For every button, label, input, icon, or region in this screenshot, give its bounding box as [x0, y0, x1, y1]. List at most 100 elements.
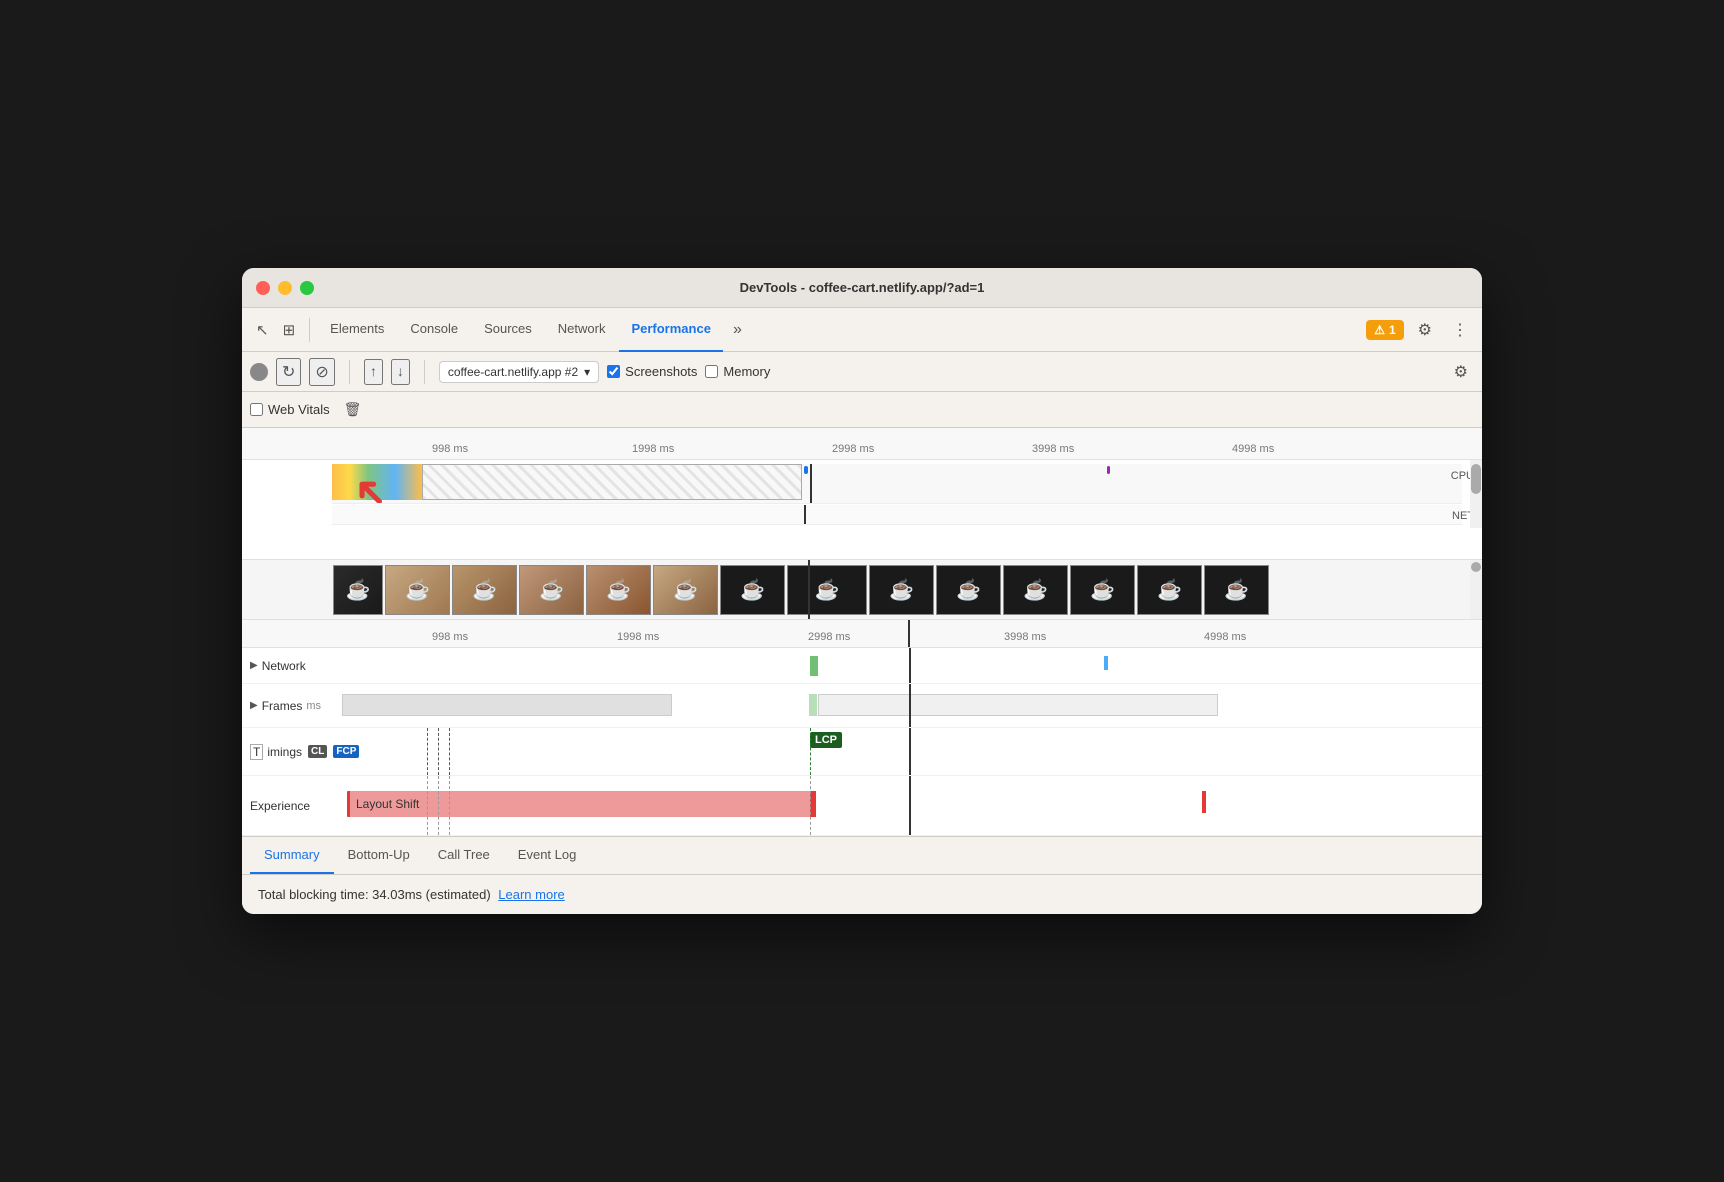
- detail-tick-3998: 3998 ms: [1004, 631, 1046, 643]
- experience-track: Experience Layout Shift: [242, 776, 1482, 836]
- memory-checkbox[interactable]: [705, 365, 718, 378]
- timeline-area: 998 ms 1998 ms 2998 ms 3998 ms 4998 ms ➜: [242, 428, 1482, 836]
- experience-label: Experience: [250, 799, 310, 813]
- screenshot-thumb[interactable]: [385, 565, 450, 615]
- screenshots-label: Screenshots: [625, 364, 697, 379]
- timings-label-text: imings: [267, 745, 302, 759]
- network-track: ▶ Network: [242, 648, 1482, 684]
- status-bar: Total blocking time: 34.03ms (estimated)…: [242, 875, 1482, 914]
- record-toolbar: ↻ ⊘ ↑ ↓ coffee-cart.netlify.app #2 ▾ Scr…: [242, 352, 1482, 392]
- bottom-tabs: Summary Bottom-Up Call Tree Event Log: [242, 836, 1482, 875]
- screenshot-thumb[interactable]: [787, 565, 867, 615]
- overview-ruler: 998 ms 1998 ms 2998 ms 3998 ms 4998 ms: [242, 428, 1482, 460]
- more-options-button[interactable]: ⋮: [1446, 316, 1474, 344]
- web-vitals-checkbox[interactable]: [250, 403, 263, 416]
- tab-event-log[interactable]: Event Log: [504, 837, 591, 874]
- lcp-badge: LCP: [810, 732, 842, 748]
- titlebar: DevTools - coffee-cart.netlify.app/?ad=1: [242, 268, 1482, 308]
- toolbar-right: ⚠ 1 ⚙ ⋮: [1366, 316, 1474, 344]
- tab-network[interactable]: Network: [546, 308, 618, 352]
- web-vitals-toolbar: Web Vitals 🗑: [242, 392, 1482, 428]
- screenshot-thumb[interactable]: [869, 565, 934, 615]
- screenshot-thumb[interactable]: [333, 565, 383, 615]
- stop-icon: ⊘: [315, 364, 328, 381]
- frames-expand-icon[interactable]: ▶: [250, 700, 258, 711]
- web-vitals-label: Web Vitals: [268, 402, 330, 417]
- close-button[interactable]: [256, 281, 270, 295]
- gear-icon: ⚙: [1418, 322, 1432, 339]
- tab-performance[interactable]: Performance: [619, 308, 722, 352]
- tick-2998-top: 2998 ms: [832, 443, 874, 455]
- screenshot-thumb[interactable]: [452, 565, 517, 615]
- screenshot-thumb[interactable]: [519, 565, 584, 615]
- download-icon: ↓: [397, 363, 404, 379]
- pointer-tool-button[interactable]: ↖: [250, 317, 275, 343]
- tab-call-tree[interactable]: Call Tree: [424, 837, 504, 874]
- screenshots-checkbox[interactable]: [607, 365, 620, 378]
- upload-icon: ↑: [370, 363, 377, 379]
- main-toolbar: ↖ ⊞ Elements Console Sources Network Per…: [242, 308, 1482, 352]
- screenshots-checkbox-label[interactable]: Screenshots: [607, 364, 697, 379]
- screenshot-thumb[interactable]: [720, 565, 785, 615]
- detail-tick-2998: 2998 ms: [808, 631, 850, 643]
- alert-icon: ⚠: [1374, 323, 1385, 337]
- url-text: coffee-cart.netlify.app #2: [448, 365, 578, 379]
- detail-tick-4998: 4998 ms: [1204, 631, 1246, 643]
- overview-scrollbar[interactable]: [1470, 460, 1482, 528]
- devtools-window: DevTools - coffee-cart.netlify.app/?ad=1…: [242, 268, 1482, 914]
- record-button[interactable]: [250, 363, 268, 381]
- screenshot-thumb[interactable]: [586, 565, 651, 615]
- tab-console[interactable]: Console: [398, 308, 470, 352]
- pointer-icon: ↖: [256, 321, 269, 339]
- screenshot-thumb[interactable]: [1070, 565, 1135, 615]
- network-track-content: [342, 648, 1482, 683]
- stop-button[interactable]: ⊘: [309, 358, 334, 386]
- screenshot-thumb[interactable]: [1204, 565, 1269, 615]
- settings-button[interactable]: ⚙: [1412, 316, 1438, 344]
- separator3: [424, 360, 425, 384]
- screenshot-scrollbar[interactable]: [1470, 560, 1482, 620]
- detail-tick-1998: 1998 ms: [617, 631, 659, 643]
- network-label: Network: [262, 659, 306, 673]
- experience-track-content: Layout Shift: [342, 776, 1482, 835]
- screenshot-thumb[interactable]: [653, 565, 718, 615]
- screenshot-thumb[interactable]: [1137, 565, 1202, 615]
- memory-checkbox-label[interactable]: Memory: [705, 364, 770, 379]
- tab-summary[interactable]: Summary: [250, 837, 334, 874]
- separator: [309, 318, 310, 342]
- window-title: DevTools - coffee-cart.netlify.app/?ad=1: [740, 280, 985, 295]
- network-expand-icon[interactable]: ▶: [250, 660, 258, 671]
- trash-button[interactable]: 🗑: [338, 397, 368, 422]
- tick-998-top: 998 ms: [432, 443, 468, 455]
- separator2: [349, 360, 350, 384]
- alert-count: 1: [1389, 323, 1396, 337]
- tab-sources[interactable]: Sources: [472, 308, 544, 352]
- frames-ms-label: ms: [306, 700, 321, 712]
- layers-icon: ⊞: [283, 321, 296, 339]
- upload-button[interactable]: ↑: [364, 359, 383, 385]
- maximize-button[interactable]: [300, 281, 314, 295]
- memory-label: Memory: [723, 364, 770, 379]
- more-tabs-button[interactable]: »: [725, 317, 750, 343]
- download-button[interactable]: ↓: [391, 359, 410, 385]
- screenshot-thumb[interactable]: [1003, 565, 1068, 615]
- refresh-button[interactable]: ↻: [276, 358, 301, 386]
- alert-badge-button[interactable]: ⚠ 1: [1366, 320, 1403, 340]
- timings-track-content: LCP: [342, 728, 1482, 775]
- frames-label: Frames: [262, 699, 303, 713]
- url-selector[interactable]: coffee-cart.netlify.app #2 ▾: [439, 361, 599, 383]
- minimize-button[interactable]: [278, 281, 292, 295]
- layout-shift-bar-label: Layout Shift: [356, 797, 419, 811]
- dots-icon: ⋮: [1452, 322, 1468, 339]
- tab-bottom-up[interactable]: Bottom-Up: [334, 837, 424, 874]
- web-vitals-checkbox-label[interactable]: Web Vitals: [250, 402, 330, 417]
- screenshot-thumb[interactable]: [936, 565, 1001, 615]
- chevron-down-icon: ▾: [584, 365, 590, 379]
- traffic-lights: [256, 281, 314, 295]
- tab-elements[interactable]: Elements: [318, 308, 396, 352]
- detail-tick-998: 998 ms: [432, 631, 468, 643]
- gear-icon-2: ⚙: [1454, 364, 1468, 381]
- learn-more-link[interactable]: Learn more: [498, 887, 564, 902]
- layers-button[interactable]: ⊞: [277, 317, 302, 343]
- capture-settings-button[interactable]: ⚙: [1448, 358, 1474, 386]
